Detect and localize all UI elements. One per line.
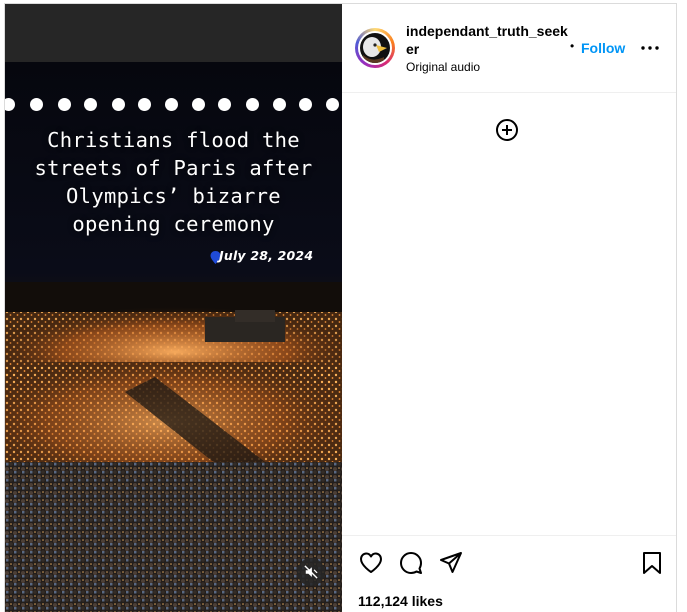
follow-button[interactable]: Follow xyxy=(581,40,625,56)
share-icon[interactable] xyxy=(438,550,464,576)
save-icon[interactable] xyxy=(639,550,665,576)
post-sidebar: independant_truth_seeker Original audio … xyxy=(342,4,676,612)
post-media[interactable]: Christians flood the streets of Paris af… xyxy=(5,4,342,612)
mute-button[interactable] xyxy=(297,558,325,586)
candlelight-crowd-image xyxy=(5,282,342,612)
audio-link[interactable]: Original audio xyxy=(406,60,480,74)
caption-line: Christians flood the xyxy=(47,128,300,152)
more-options-icon[interactable] xyxy=(638,40,662,56)
comment-icon[interactable] xyxy=(398,550,424,576)
dot-border xyxy=(5,98,342,112)
post-actions: 112,124 likes xyxy=(342,535,676,612)
separator-dot: • xyxy=(570,39,575,53)
instagram-post: Christians flood the streets of Paris af… xyxy=(4,3,677,612)
likes-count[interactable]: 112,124 likes xyxy=(358,593,443,609)
muted-speaker-icon xyxy=(304,565,318,579)
add-circle-icon[interactable] xyxy=(495,118,519,142)
video-caption: Christians flood the streets of Paris af… xyxy=(5,126,342,238)
eagle-avatar-image xyxy=(360,33,390,63)
video-frame[interactable]: Christians flood the streets of Paris af… xyxy=(5,62,342,612)
media-top-bar xyxy=(5,4,342,62)
username-link[interactable]: independant_truth_seeker xyxy=(406,22,571,58)
comments-area xyxy=(342,94,676,534)
heart-icon[interactable] xyxy=(358,550,384,576)
avatar[interactable] xyxy=(355,28,395,68)
caption-line: streets of Paris after xyxy=(34,156,313,180)
caption-line: opening ceremony xyxy=(72,212,275,236)
video-date: July 28, 2024 xyxy=(219,248,314,263)
avatar-inner xyxy=(358,31,392,65)
caption-line: Olympics’ bizarre xyxy=(66,184,281,208)
post-header: independant_truth_seeker Original audio … xyxy=(342,4,676,93)
